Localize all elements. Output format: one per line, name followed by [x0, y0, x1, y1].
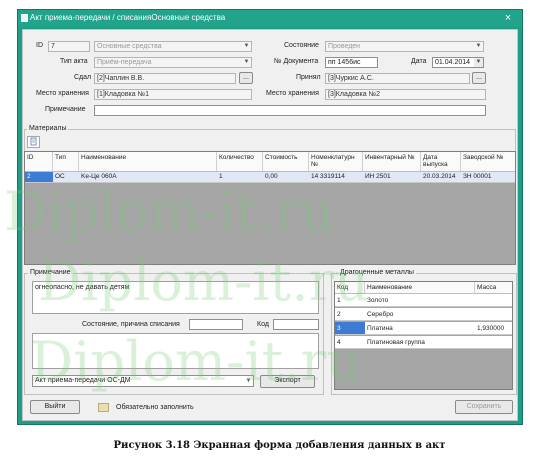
- metal-col-mass[interactable]: Масса: [475, 282, 512, 293]
- date-picker[interactable]: 01.04.2014 ▼: [432, 57, 484, 68]
- list-item[interactable]: 3 Платина 1,930000: [335, 322, 512, 335]
- metal-name: Серебро: [367, 311, 394, 318]
- col-name[interactable]: Наименование: [79, 152, 217, 171]
- metal-code: 1: [337, 297, 341, 304]
- export-button[interactable]: Экспорт: [260, 375, 315, 388]
- handed-browse-button[interactable]: ...: [239, 72, 253, 84]
- note-group-label: Примечание: [28, 269, 73, 276]
- date-label: Дата: [411, 58, 427, 65]
- cell-type: ОС: [55, 173, 65, 180]
- id-label: ID: [36, 42, 43, 49]
- type-value: Основные средства: [97, 43, 162, 50]
- note-input[interactable]: [94, 105, 486, 116]
- received-browse-button[interactable]: ...: [472, 72, 486, 84]
- id-field[interactable]: 7: [48, 41, 90, 52]
- col-quantity[interactable]: Количество: [217, 152, 263, 171]
- materials-grid-header: ID Тип Наименование Количество Стоимость…: [25, 152, 515, 172]
- chevron-down-icon: ▼: [243, 59, 250, 65]
- date-value: 01.04.2014: [435, 59, 471, 66]
- cell-name: Ke-Цe 060А: [81, 173, 117, 180]
- storage-to-label: Место хранения: [266, 90, 319, 97]
- cell-serial: ЗН 00001: [463, 173, 492, 180]
- metal-col-name[interactable]: Наименование: [365, 282, 475, 293]
- metal-col-code[interactable]: Код: [335, 282, 365, 293]
- close-icon[interactable]: ×: [497, 11, 519, 25]
- window-title: Акт приема-передачи / списанияОсновные с…: [30, 13, 226, 22]
- act-type-label: Тип акта: [60, 58, 88, 65]
- storage-to-field[interactable]: [3]Кладовка №2: [325, 89, 486, 100]
- storage-from-label: Место хранения: [36, 90, 89, 97]
- reason-textarea[interactable]: [32, 333, 319, 369]
- list-item[interactable]: 2 Серебро: [335, 308, 512, 321]
- document-add-icon: [30, 137, 37, 146]
- act-type-value: Приём-передача: [97, 59, 152, 66]
- cell-release-date: 20.03.2014: [423, 173, 456, 180]
- metal-code: 4: [337, 339, 341, 346]
- col-type[interactable]: Тип: [53, 152, 79, 171]
- state-value: Проведен: [328, 43, 361, 50]
- received-field[interactable]: [3]Чуркис А.С.: [325, 73, 470, 84]
- metal-name: Платиновая группа: [367, 339, 425, 346]
- col-release-date[interactable]: Дата выпуска: [421, 152, 461, 171]
- cell-cost: 0,00: [265, 173, 278, 180]
- act-type-dropdown[interactable]: Приём-передача ▼: [94, 57, 252, 68]
- handed-label: Сдал: [74, 74, 92, 81]
- figure-caption: Рисунок 3.18 Экранная форма добавления д…: [113, 440, 446, 451]
- doc-no-input[interactable]: пп 1456ис: [325, 57, 378, 68]
- note-textarea[interactable]: огнеопасно, не давать детям: [32, 281, 319, 314]
- col-serial[interactable]: Заводской №: [461, 152, 515, 171]
- reason-input[interactable]: [189, 319, 243, 330]
- metal-code: 2: [337, 311, 341, 318]
- col-inventory[interactable]: Инвентарный №: [363, 152, 421, 171]
- code-label: Код: [257, 321, 269, 328]
- cell-id: 2: [25, 172, 53, 182]
- chevron-down-icon: ▼: [243, 43, 250, 49]
- save-button[interactable]: Сохранить: [455, 400, 513, 414]
- exit-button[interactable]: Выйти: [30, 400, 80, 414]
- col-nomenclature[interactable]: Номенклатурн №: [309, 152, 363, 171]
- app-icon: [21, 14, 28, 22]
- required-note: Обязательно заполнить: [116, 404, 194, 411]
- code-input[interactable]: [273, 319, 319, 330]
- storage-from-field[interactable]: [1]Кладовка №1: [94, 89, 252, 100]
- materials-group-label: Материалы: [27, 125, 69, 132]
- state-label: Состояние: [284, 42, 319, 49]
- chevron-down-icon: ▼: [245, 378, 252, 384]
- metal-mass: [475, 308, 512, 320]
- metals-group-label: Драгоценные металлы: [338, 269, 416, 276]
- table-row[interactable]: 2 ОС Ke-Цe 060А 1 0,00 14 3319114 ИН 250…: [25, 172, 515, 183]
- col-cost[interactable]: Стоимость: [263, 152, 309, 171]
- add-material-button[interactable]: [27, 136, 40, 148]
- export-template-dropdown[interactable]: Акт приема-передачи ОС-ДМ ▼: [32, 375, 254, 387]
- required-swatch: [98, 403, 109, 412]
- metal-mass: 1,930000: [477, 325, 505, 332]
- metal-name: Золото: [367, 297, 389, 304]
- handed-field[interactable]: [2]Чаплин В.В.: [94, 73, 236, 84]
- type-dropdown[interactable]: Основные средства ▼: [94, 41, 252, 52]
- calendar-dropdown-icon: ▼: [474, 58, 483, 67]
- received-label: Принял: [296, 74, 321, 81]
- list-item[interactable]: 1 Золото: [335, 294, 512, 307]
- metal-mass: [475, 294, 512, 306]
- cell-inventory: ИН 2501: [365, 173, 391, 180]
- state-dropdown[interactable]: Проведен ▼: [325, 41, 484, 52]
- chevron-down-icon: ▼: [475, 43, 482, 49]
- list-item[interactable]: 4 Платиновая группа: [335, 336, 512, 349]
- reason-label: Состояние, причина списания: [82, 321, 180, 328]
- metals-grid-header: Код Наименование Масса: [335, 282, 512, 294]
- export-template-value: Акт приема-передачи ОС-ДМ: [35, 377, 131, 384]
- note-label: Примечание: [45, 106, 86, 113]
- cell-quantity: 1: [219, 173, 223, 180]
- doc-no-label: № Документа: [274, 58, 319, 65]
- col-id[interactable]: ID: [25, 152, 53, 171]
- cell-nomenclature: 14 3319114: [311, 173, 345, 180]
- metal-code: 3: [335, 322, 365, 334]
- metal-name: Платина: [367, 325, 393, 332]
- metal-mass: [475, 336, 512, 348]
